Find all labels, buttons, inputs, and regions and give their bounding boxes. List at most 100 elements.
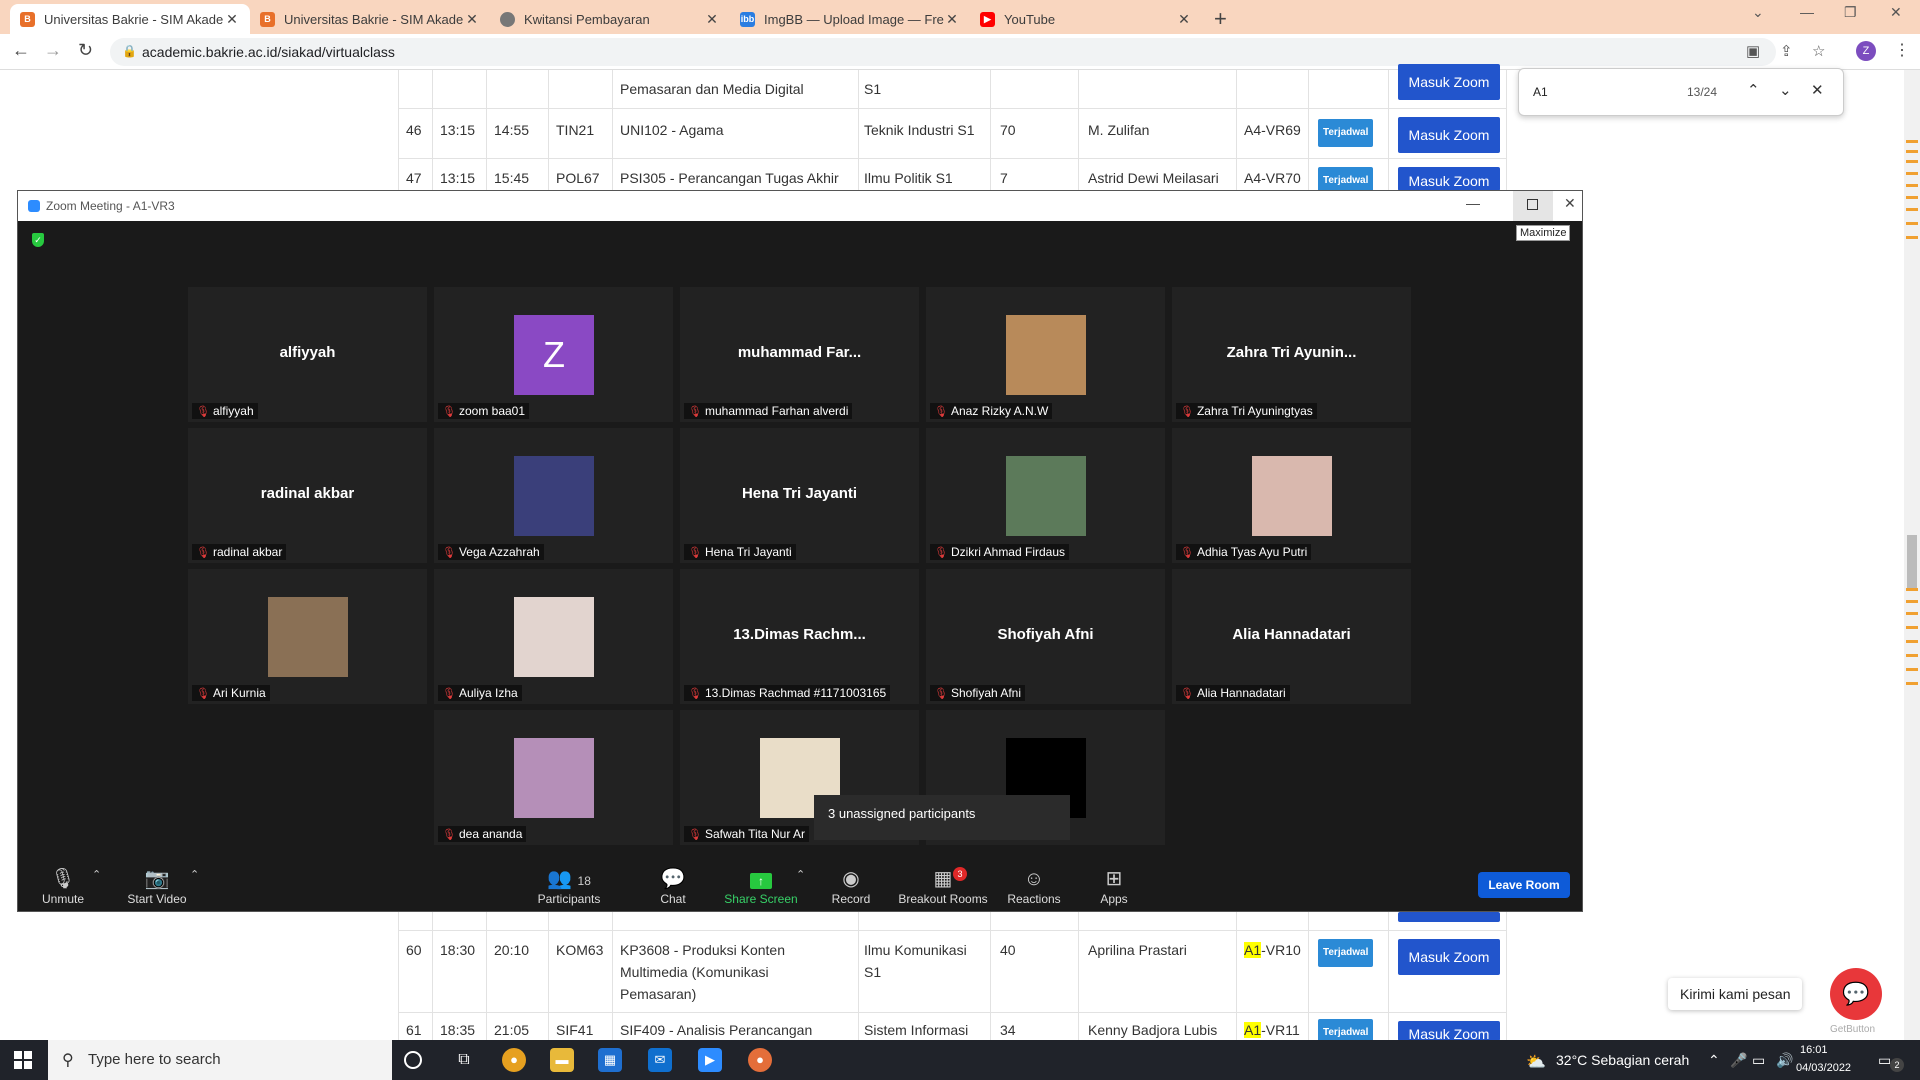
masuk-zoom-button-partial[interactable] [1398,912,1500,922]
find-next-icon[interactable]: ⌄ [1779,81,1792,99]
find-input[interactable]: A1 [1533,85,1548,99]
share-options-caret[interactable]: ⌃ [796,868,805,881]
find-close-icon[interactable]: ✕ [1811,81,1824,99]
profile-photo [1252,456,1332,536]
masuk-zoom-button[interactable]: Masuk Zoom [1398,939,1500,975]
unmute-button[interactable]: 🎙 Unmute [40,866,86,906]
cortana-icon[interactable] [404,1051,422,1069]
masuk-zoom-button[interactable]: Masuk Zoom [1398,117,1500,153]
zoom-close-button[interactable]: ✕ [1564,195,1576,212]
participant-tile[interactable]: 🎙 Ari Kurnia [188,569,427,704]
back-arrow-icon[interactable]: ← [12,40,30,61]
participant-tile[interactable]: Alia Hannadatari 🎙 Alia Hannadatari [1172,569,1411,704]
participant-label: 🎙 Anaz Rizky A.N.W [930,403,1053,419]
participant-tile[interactable]: Zahra Tri Ayunin... 🎙 Zahra Tri Ayuningtya… [1172,287,1411,422]
audio-options-caret[interactable]: ⌃ [92,868,101,881]
participant-tile[interactable]: Hena Tri Jayanti 🎙 Hena Tri Jayanti [680,428,919,563]
participant-tile[interactable]: 🎙 Auliya Izha [434,569,673,704]
find-in-page-icon[interactable]: ▣ [1746,42,1760,60]
tab-youtube[interactable]: ▶ YouTube ✕ [970,4,1202,34]
participant-tile[interactable]: 🎙 Anaz Rizky A.N.W [926,287,1165,422]
record-button[interactable]: ◉ Record [830,866,872,906]
participant-tile[interactable]: radinal akbar 🎙 radinal akbar [188,428,427,563]
participant-tile[interactable]: 🎙 Dzikri Ahmad Firdaus [926,428,1165,563]
bookmark-star-icon[interactable]: ☆ [1812,42,1825,60]
participant-tile[interactable]: Z 🎙 zoom baa01 [434,287,673,422]
browser-menu-icon[interactable]: ⋮ [1894,40,1910,60]
close-tab-icon[interactable]: ✕ [224,11,240,28]
close-window-button[interactable]: ✕ [1890,4,1902,21]
minimize-window-button[interactable]: — [1800,4,1814,20]
microsoft-store-icon[interactable]: ▦ [598,1048,622,1072]
find-previous-icon[interactable]: ⌃ [1747,81,1760,99]
page-scrollbar[interactable] [1904,70,1920,1040]
zoom-maximize-button[interactable] [1513,191,1553,221]
start-video-button[interactable]: 📷 Start Video [124,866,190,906]
forward-arrow-icon[interactable]: → [44,40,62,61]
participant-tile[interactable]: 🎙 Vega Azzahrah [434,428,673,563]
zoom-app-icon[interactable]: ▶ [698,1048,722,1072]
profile-avatar[interactable]: Z [1856,41,1876,61]
file-explorer-icon[interactable]: ▬ [550,1048,574,1072]
participant-tile[interactable]: alfiyyah 🎙 alfiyyah [188,287,427,422]
tab-sim-akademik-2[interactable]: B Universitas Bakrie - SIM Akadem ✕ [250,4,490,34]
scrollbar-thumb[interactable] [1907,535,1917,589]
masuk-zoom-button[interactable]: Masuk Zoom [1398,167,1500,191]
share-screen-button[interactable]: ↑ Share Screen [724,866,798,906]
chrome-profile-icon[interactable]: ● [748,1048,772,1072]
bakrie-favicon-icon: B [260,11,275,27]
mail-icon[interactable]: ✉ [648,1048,672,1072]
reload-icon[interactable]: ↻ [78,40,93,61]
tab-search-icon[interactable]: ⌄ [1752,4,1764,21]
participant-tile[interactable]: 13.Dimas Rachm... 🎙 13.Dimas Rachmad #1171… [680,569,919,704]
maximize-icon [1527,199,1538,210]
muted-mic-icon: 🎙 [1180,406,1194,418]
weather-text[interactable]: 32°C Sebagian cerah [1556,1052,1689,1068]
leave-room-button[interactable]: Leave Room [1478,872,1570,898]
tray-chevron-icon[interactable]: ⌃ [1708,1052,1720,1069]
chat-bubble-icon[interactable]: 💬 [1830,968,1882,1020]
chat-button[interactable]: 💬 Chat [652,866,694,906]
encryption-shield-icon[interactable]: ✓ [32,233,44,247]
browser-toolbar: ← → ↻ 🔒 academic.bakrie.ac.id/siakad/vir… [0,34,1920,70]
participant-label: 🎙 alfiyyah [192,403,258,419]
zoom-minimize-button[interactable]: — [1466,195,1480,211]
windows-start-icon[interactable] [14,1051,32,1069]
close-tab-icon[interactable]: ✕ [944,11,960,28]
participant-tile[interactable]: Shofiyah Afni 🎙 Shofiyah Afni [926,569,1165,704]
breakout-rooms-button[interactable]: ▦ Breakout Rooms [898,866,988,906]
new-tab-button[interactable]: + [1214,6,1227,32]
zoom-title-bar: Zoom Meeting - A1-VR3 — ✕ [18,191,1582,221]
tab-kwitansi[interactable]: Kwitansi Pembayaran ✕ [490,4,730,34]
participant-tile[interactable]: muhammad Far... 🎙 muhammad Farhan alverdi [680,287,919,422]
clock-date[interactable]: 04/03/2022 [1796,1062,1851,1074]
masuk-zoom-button[interactable]: Masuk Zoom [1398,1021,1500,1042]
muted-mic-icon: 🎙 [934,547,948,559]
apps-button[interactable]: ⊞ Apps [1098,866,1130,906]
close-tab-icon[interactable]: ✕ [1176,11,1192,28]
close-tab-icon[interactable]: ✕ [464,11,480,28]
close-tab-icon[interactable]: ✕ [704,11,720,28]
tab-imgbb[interactable]: ibb ImgBB — Upload Image — Free ✕ [730,4,970,34]
participant-tile[interactable]: 🎙 dea ananda [434,710,673,845]
chrome-icon[interactable]: ● [502,1048,526,1072]
reactions-button[interactable]: ☺ Reactions [1006,866,1062,906]
youtube-favicon-icon: ▶ [980,11,995,27]
masuk-zoom-button[interactable]: Masuk Zoom [1398,64,1500,100]
participant-display-name: Zahra Tri Ayunin... [1226,344,1357,361]
taskbar-search-box[interactable]: ⚲ Type here to search [48,1040,392,1080]
tab-sim-akademik-1[interactable]: B Universitas Bakrie - SIM Akadem ✕ [10,4,250,34]
video-options-caret[interactable]: ⌃ [190,868,199,881]
network-icon[interactable]: ▭ [1752,1052,1765,1069]
clock-time[interactable]: 16:01 [1800,1044,1828,1056]
muted-mic-icon: 🎙 [934,406,948,418]
restore-window-button[interactable]: ❐ [1844,4,1857,21]
share-icon[interactable]: ⇪ [1780,42,1793,60]
chat-prompt[interactable]: Kirimi kami pesan [1668,978,1803,1010]
address-bar[interactable]: 🔒 academic.bakrie.ac.id/siakad/virtualcl… [110,38,1825,66]
participant-label: 🎙 Safwah Tita Nur Ar [684,826,810,842]
task-view-icon[interactable]: ⧉ [452,1048,476,1072]
participant-tile[interactable]: 🎙 Adhia Tyas Ayu Putri [1172,428,1411,563]
participants-button[interactable]: 👥 18 Participants [534,866,604,906]
volume-icon[interactable]: 🔊 [1776,1052,1793,1069]
